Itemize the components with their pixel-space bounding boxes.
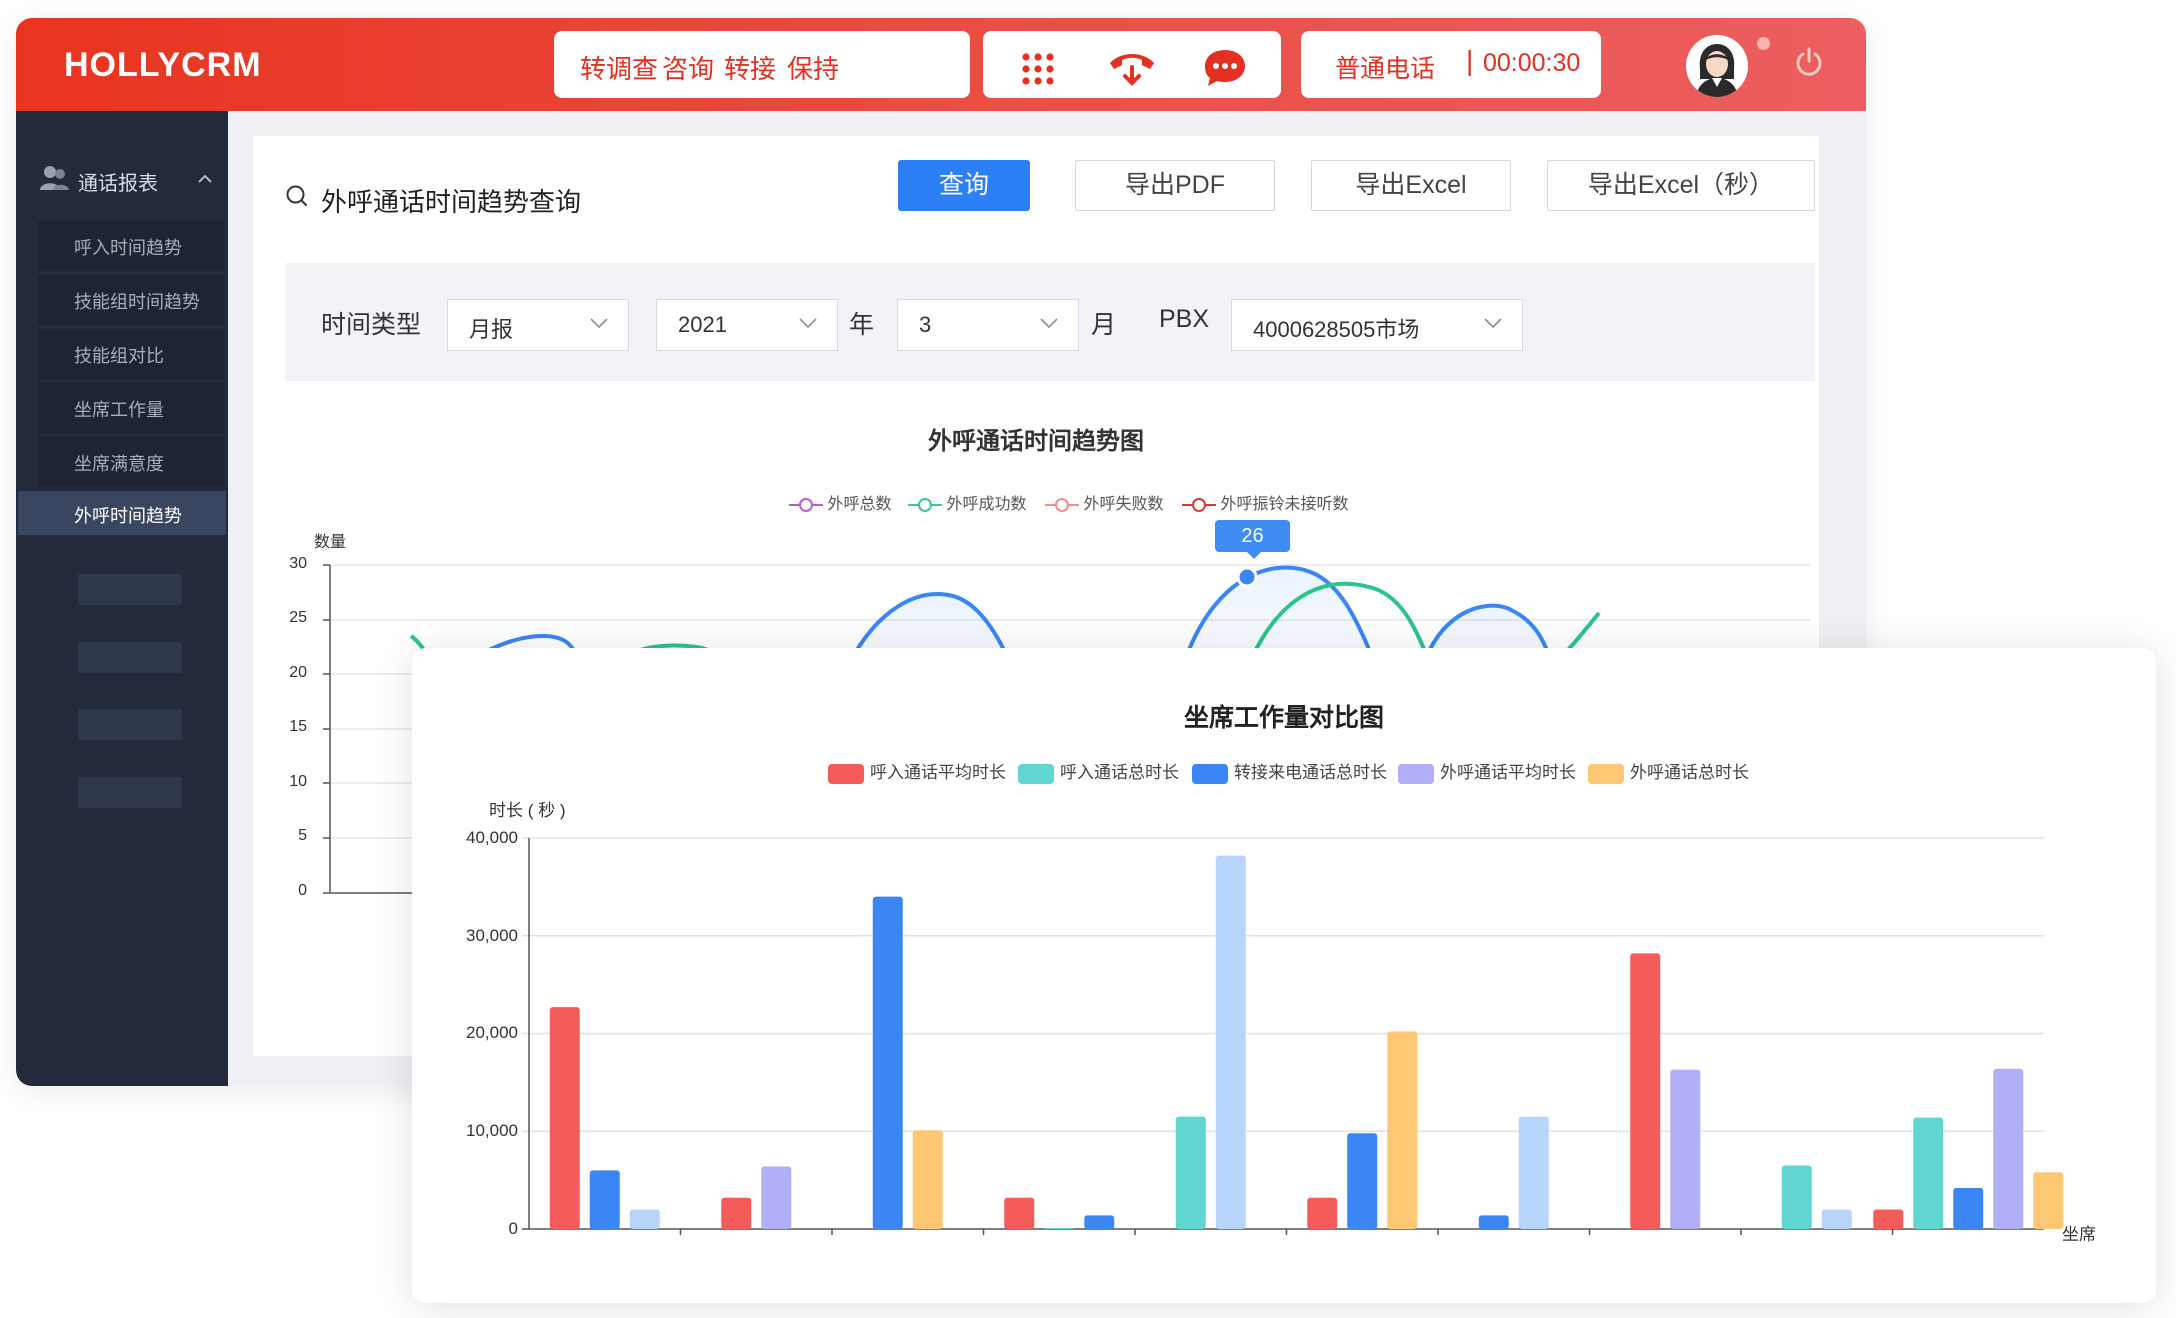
bar-chart-card: 坐席工作量对比图 呼入通话平均时长 呼入通话总时长 转接来电通话总时长 外呼通话…: [412, 648, 2156, 1303]
bar-chart-plot: [522, 837, 2064, 1235]
sidebar-placeholder: [78, 574, 182, 605]
status-separator: |: [1466, 45, 1474, 76]
bar: [1387, 1031, 1418, 1229]
sidebar-placeholder: [78, 777, 182, 808]
sidebar-item-skillgroup-compare[interactable]: 技能组对比: [38, 329, 224, 379]
bar: [1873, 1209, 1904, 1229]
bar-chart-grid: [522, 837, 2044, 1235]
sidebar-item-outbound-trend[interactable]: 外呼时间趋势: [18, 491, 226, 535]
top-bar: HOLLYCRM 转调查 咨询 转接 保持 普通电话 | 00:00:30: [16, 18, 1866, 111]
bar: [589, 1170, 620, 1229]
sidebar-item-inbound-trend[interactable]: 呼入时间趋势: [38, 221, 224, 271]
bar: [1215, 855, 1246, 1229]
bar: [1175, 1116, 1206, 1229]
bar: [629, 1209, 660, 1229]
keypad-icon[interactable]: [1020, 51, 1056, 87]
consult-button[interactable]: 咨询: [662, 49, 714, 86]
bar: [721, 1197, 752, 1229]
hold-button[interactable]: 保持: [787, 49, 839, 86]
bar-chart-marks: [549, 855, 2064, 1229]
users-icon: [40, 166, 69, 190]
bar: [1044, 1228, 1075, 1229]
bar: [761, 1166, 792, 1229]
bar: [1307, 1197, 1338, 1229]
transfer-button[interactable]: 转接: [724, 49, 776, 86]
call-action-group: 转调查 咨询 转接 保持: [554, 31, 970, 98]
bar: [1518, 1116, 1549, 1229]
bar: [549, 1007, 580, 1229]
bar: [1821, 1209, 1852, 1229]
bar: [1347, 1133, 1378, 1229]
bar: [1670, 1069, 1701, 1229]
hangup-icon[interactable]: [1107, 49, 1157, 89]
bar: [1478, 1215, 1509, 1229]
tooltip-arrow: [1247, 552, 1261, 559]
sidebar-group-label: 通话报表: [78, 173, 158, 195]
survey-transfer-button[interactable]: 转调查: [580, 49, 658, 86]
bar: [1630, 953, 1661, 1229]
chat-icon[interactable]: [1203, 48, 1247, 88]
call-status: 普通电话 | 00:00:30: [1301, 31, 1601, 98]
sidebar-placeholder: [78, 709, 182, 740]
call-timer: 00:00:30: [1483, 49, 1581, 77]
bar: [2033, 1172, 2064, 1229]
brand-logo: HOLLYCRM: [64, 46, 262, 84]
avatar[interactable]: [1686, 35, 1748, 97]
bar: [872, 896, 903, 1229]
sidebar-group-call-reports[interactable]: 通话报表: [40, 165, 212, 195]
power-icon[interactable]: [1794, 47, 1824, 77]
call-type: 普通电话: [1335, 55, 1436, 83]
bar: [1913, 1117, 1944, 1229]
notification-dot: [1757, 37, 1770, 50]
bar: [1084, 1215, 1115, 1229]
sidebar: 通话报表 呼入时间趋势 技能组时间趋势 技能组对比 坐席工作量 坐席满意度 外呼…: [16, 111, 228, 1086]
bar: [912, 1130, 943, 1229]
sidebar-item-skillgroup-trend[interactable]: 技能组时间趋势: [38, 275, 224, 325]
bar: [1953, 1187, 1984, 1229]
data-tooltip: 26: [1215, 520, 1290, 552]
call-control-group: [983, 31, 1281, 98]
sidebar-item-agent-workload[interactable]: 坐席工作量: [38, 383, 224, 433]
bar: [1781, 1165, 1812, 1229]
bar: [1004, 1197, 1035, 1229]
bar: [1993, 1068, 2024, 1229]
user-avatar-icon: [1686, 35, 1748, 97]
sidebar-placeholder: [78, 642, 182, 673]
sidebar-item-agent-satisfaction[interactable]: 坐席满意度: [38, 437, 224, 487]
chevron-up-icon: [198, 174, 212, 183]
